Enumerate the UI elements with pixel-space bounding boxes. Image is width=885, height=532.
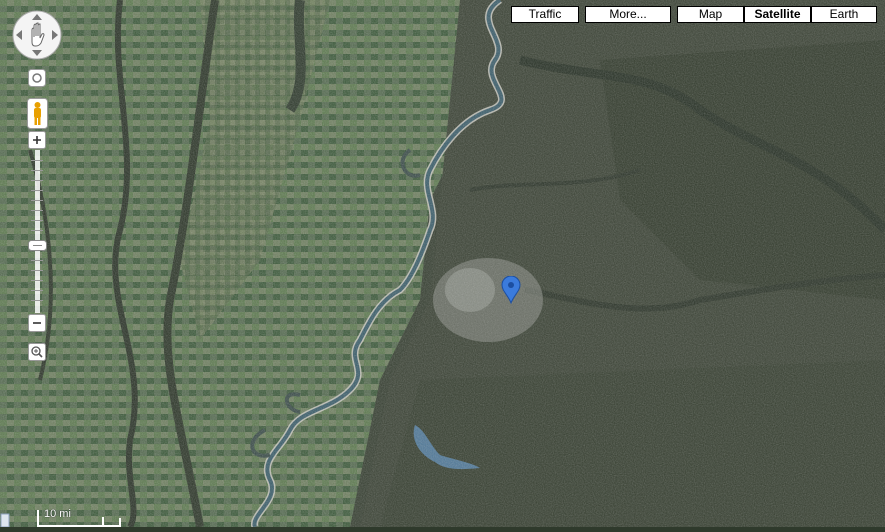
zoom-tick bbox=[31, 280, 43, 281]
zoom-tick bbox=[31, 160, 43, 161]
zoom-tick bbox=[31, 260, 43, 261]
zoom-slider-track[interactable] bbox=[35, 150, 40, 313]
location-marker-icon[interactable] bbox=[501, 275, 521, 305]
zoom-tick bbox=[31, 190, 43, 191]
traffic-button[interactable]: Traffic bbox=[511, 6, 579, 23]
pan-control[interactable] bbox=[12, 10, 62, 60]
zoom-slider-handle[interactable] bbox=[28, 238, 47, 251]
satellite-type-button[interactable]: Satellite bbox=[744, 6, 811, 23]
map-type-button[interactable]: Map bbox=[677, 6, 744, 23]
zoom-tick bbox=[31, 270, 43, 271]
scale-label: 10 mi bbox=[44, 508, 71, 520]
zoom-tick bbox=[31, 300, 43, 301]
zoom-in-button[interactable] bbox=[28, 131, 46, 149]
earth-type-button[interactable]: Earth bbox=[811, 6, 877, 23]
zoom-tick bbox=[31, 180, 43, 181]
zoom-box-button[interactable] bbox=[28, 343, 46, 361]
zoom-tick bbox=[31, 230, 43, 231]
zoom-tick bbox=[31, 210, 43, 211]
zoom-out-button[interactable] bbox=[28, 314, 46, 332]
return-to-center-button[interactable] bbox=[28, 69, 46, 87]
pegman-icon[interactable] bbox=[27, 98, 48, 129]
zoom-tick bbox=[31, 220, 43, 221]
corner-logo-icon bbox=[0, 512, 10, 528]
satellite-imagery bbox=[0, 0, 885, 527]
zoom-tick bbox=[31, 170, 43, 171]
zoom-tick bbox=[31, 200, 43, 201]
more-button[interactable]: More... bbox=[585, 6, 671, 23]
zoom-tick bbox=[31, 290, 43, 291]
satellite-map[interactable] bbox=[0, 0, 885, 527]
